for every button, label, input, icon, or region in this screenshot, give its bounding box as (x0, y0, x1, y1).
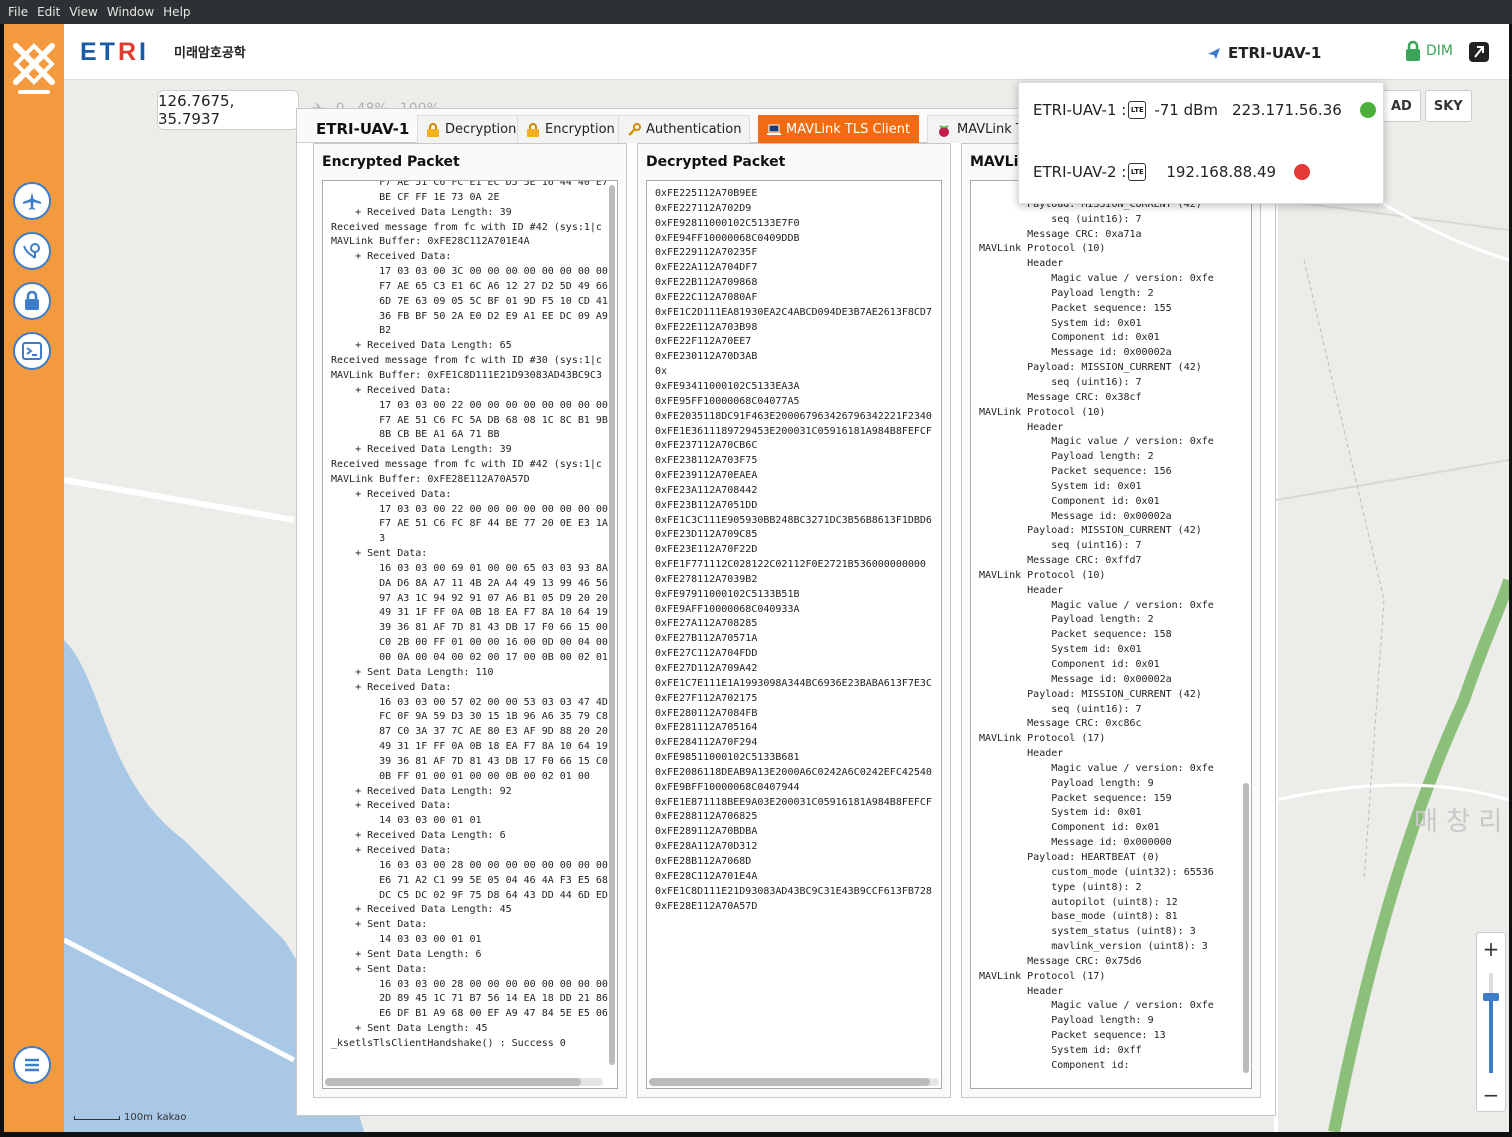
route-button[interactable] (13, 232, 51, 270)
lte-icon: LTE (1128, 101, 1147, 119)
menu-file[interactable]: File (8, 5, 28, 19)
laptop-icon (767, 124, 781, 135)
raspberry-icon (939, 124, 949, 137)
map-type-sky[interactable]: SKY (1424, 90, 1472, 122)
security-panel: ETRI-UAV-1 Decryption Encryption Authent… (296, 108, 1277, 1116)
scale-bar (74, 1115, 120, 1120)
flight-button[interactable] (13, 182, 51, 220)
menu-help[interactable]: Help (163, 5, 190, 19)
panel-uav-label: ETRI-UAV-1 (316, 120, 410, 138)
airplane-icon (23, 192, 41, 210)
connection-uav2-ip: 192.168.88.49 (1166, 163, 1277, 181)
connection-row-uav2: ETRI-UAV-2 : LTE 192.168.88.49 (1033, 157, 1311, 187)
lock-icon (527, 122, 539, 137)
tab-mavlink-tls-client-label: MAVLink TLS Client (786, 122, 911, 137)
tab-authentication-label: Authentication (646, 122, 742, 137)
uav-title[interactable]: ETRI-UAV-1 (1206, 44, 1321, 62)
map-type-switcher: AD SKY (1382, 90, 1472, 122)
menu-button[interactable] (13, 1046, 51, 1084)
scale-label: 100m (124, 1112, 153, 1123)
connection-row-uav1: ETRI-UAV-1 : LTE -71 dBm 223.171.56.36 (1033, 95, 1376, 125)
tab-mavlink-tls-server-label: MAVLink T (957, 122, 1024, 137)
terminal-icon (22, 342, 42, 360)
etri-logo: ETRI (80, 38, 149, 66)
connection-uav1-signal: -71 dBm (1154, 101, 1219, 119)
encrypted-packet-panel: Encrypted Packet F7 AE 51 C6 FC E1 EC D5… (313, 143, 627, 1098)
mavlink-parse-text: Message id: 0x00002a Payload: MISSION_CU… (979, 184, 1214, 1071)
tab-encryption[interactable]: Encryption (517, 115, 624, 143)
mavlink-vertical-scrollbar[interactable] (1241, 183, 1249, 1074)
zoom-in-button[interactable]: + (1477, 937, 1505, 961)
tab-mavlink-tls-server[interactable]: MAVLink T (927, 115, 1032, 143)
lock-icon (1406, 40, 1420, 61)
decrypted-packet-text: 0xFE225112A70B9EE 0xFE227112A702D9 0xFE9… (655, 188, 932, 912)
encrypted-packet-text: F7 AE 51 C6 FC E1 EC D5 5E 16 44 40 E7 B… (331, 180, 608, 1049)
coordinates-display: 126.7675, 35.7937 (157, 90, 299, 130)
connection-uav1-name: ETRI-UAV-1 : (1033, 101, 1127, 119)
exit-button[interactable] (1467, 40, 1491, 68)
tab-authentication[interactable]: Authentication (618, 115, 751, 143)
encrypted-packet-log[interactable]: F7 AE 51 C6 FC E1 EC D5 5E 16 44 40 E7 B… (322, 180, 618, 1089)
connection-status-popup: ETRI-UAV-1 : LTE -71 dBm 223.171.56.36 E… (1018, 82, 1384, 204)
menu-view[interactable]: View (69, 5, 97, 19)
exit-icon (1469, 42, 1489, 62)
brand-subtitle: 미래암호공학 (174, 46, 246, 61)
tab-mavlink-tls-client[interactable]: MAVLink TLS Client (758, 115, 920, 143)
uav-title-text: ETRI-UAV-1 (1228, 44, 1322, 62)
lock-icon (427, 122, 439, 137)
menu-bar: File Edit View Window Help (0, 0, 1512, 24)
dim-label: DIM (1426, 43, 1453, 59)
map-place-label: 매 창 리 (1414, 807, 1502, 837)
dim-toggle[interactable]: DIM (1404, 40, 1453, 62)
decrypted-packet-panel: Decrypted Packet 0xFE225112A70B9EE 0xFE2… (637, 143, 951, 1098)
menu-edit[interactable]: Edit (37, 5, 60, 19)
encrypted-vertical-scrollbar[interactable] (607, 183, 615, 1074)
connection-uav1-status-indicator (1359, 102, 1376, 118)
mavlink-parse-log[interactable]: Message id: 0x00002a Payload: MISSION_CU… (970, 180, 1252, 1089)
decrypted-horizontal-scrollbar[interactable] (649, 1078, 939, 1086)
menu-window[interactable]: Window (107, 5, 154, 19)
decrypted-packet-log[interactable]: 0xFE225112A70B9EE 0xFE227112A702D9 0xFE9… (646, 180, 942, 1089)
zoom-out-button[interactable]: − (1477, 1083, 1505, 1107)
connection-uav2-status-indicator (1294, 164, 1311, 180)
encrypted-packet-title: Encrypted Packet (322, 154, 460, 170)
app-header: ETRI 미래암호공학 ETRI-UAV-1 DIM (64, 24, 1509, 80)
sidebar (4, 24, 64, 1132)
zoom-level-fill (1489, 997, 1493, 1073)
app-logo-icon (13, 43, 55, 94)
map-scale: 100m kakao (74, 1112, 186, 1123)
decrypted-packet-title: Decrypted Packet (646, 154, 786, 170)
map-pin-route-icon (23, 243, 40, 259)
lock-icon (25, 291, 39, 310)
connection-uav2-name: ETRI-UAV-2 : (1033, 163, 1127, 181)
mavlink-parse-panel: MAVLin Message id: 0x00002a Payload: MIS… (961, 143, 1261, 1098)
zoom-control: + − (1476, 932, 1506, 1112)
encrypted-horizontal-scrollbar[interactable] (325, 1078, 603, 1086)
hamburger-icon (25, 1058, 39, 1072)
security-button[interactable] (13, 282, 51, 320)
zoom-slider-handle[interactable] (1483, 993, 1499, 1001)
app-window: 매 창 리 ETRI 미래암호공학 ETRI-UAV-1 DIM 126.767… (4, 24, 1509, 1132)
tab-decryption-label: Decryption (445, 122, 517, 137)
tab-encryption-label: Encryption (545, 122, 615, 137)
tab-decryption[interactable]: Decryption (417, 115, 526, 143)
key-icon (628, 122, 641, 136)
map-provider-logo: kakao (156, 1112, 187, 1123)
connection-uav1-ip: 223.171.56.36 (1232, 101, 1342, 119)
map-type-road[interactable]: AD (1382, 90, 1421, 122)
plane-icon (1208, 48, 1220, 59)
terminal-button[interactable] (13, 332, 51, 370)
lte-icon: LTE (1128, 163, 1147, 181)
